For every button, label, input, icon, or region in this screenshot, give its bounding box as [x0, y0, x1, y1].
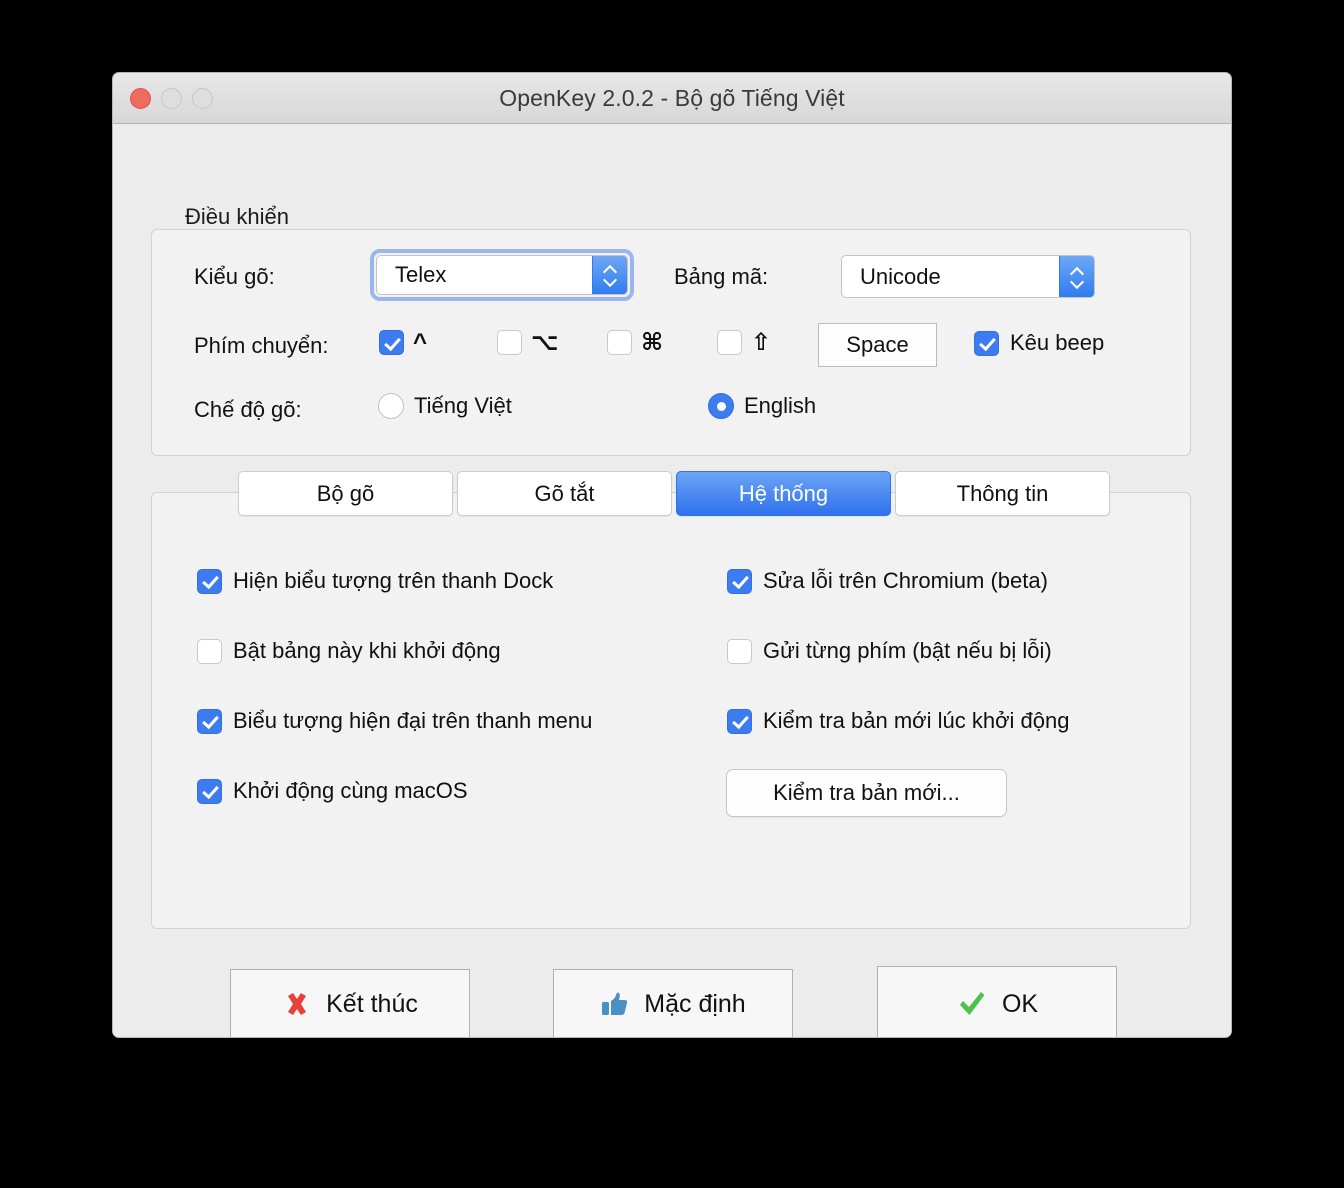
- charset-combobox[interactable]: Unicode: [841, 255, 1095, 298]
- red-x-icon: [282, 989, 312, 1019]
- modifier-shift[interactable]: ⇧: [717, 330, 771, 355]
- modifier-control-checkbox[interactable]: [379, 330, 404, 355]
- tab-thong-tin[interactable]: Thông tin: [895, 471, 1110, 516]
- control-key-icon: ^: [413, 328, 428, 356]
- beep-label: Kêu beep: [1010, 330, 1105, 355]
- command-key-icon: ⌘: [641, 328, 664, 356]
- tab-go-tat[interactable]: Gõ tắt: [457, 471, 672, 516]
- tab-he-thong[interactable]: Hệ thống: [676, 471, 891, 516]
- option-modern-menubar-icon-checkbox[interactable]: [197, 708, 222, 734]
- charset-label: Bảng mã:: [674, 264, 769, 289]
- option-launch-at-login[interactable]: Khởi động cùng macOS: [197, 778, 468, 804]
- charset-stepper[interactable]: [1059, 256, 1094, 297]
- quit-button[interactable]: Kết thúc: [230, 969, 470, 1037]
- tab-bar: Bộ gõ Gõ tắt Hệ thống Thông tin: [238, 471, 1114, 516]
- chevron-down-icon: [1070, 278, 1084, 286]
- screen: OpenKey 2.0.2 - Bộ gõ Tiếng Việt Điều kh…: [0, 0, 1344, 1188]
- option-show-dock-icon-label: Hiện biểu tượng trên thanh Dock: [233, 568, 554, 593]
- typing-mode-vietnamese-label: Tiếng Việt: [414, 393, 512, 418]
- typing-mode-vietnamese[interactable]: Tiếng Việt: [378, 393, 512, 419]
- space-key-button[interactable]: Space: [818, 323, 937, 367]
- input-method-label: Kiểu gõ:: [194, 264, 275, 289]
- charset-value: Unicode: [860, 263, 941, 289]
- shift-key-icon: ⇧: [751, 328, 772, 356]
- charset-combobox-field[interactable]: Unicode: [841, 255, 1095, 298]
- check-update-button[interactable]: Kiểm tra bản mới...: [726, 769, 1007, 817]
- option-show-panel-on-start-checkbox[interactable]: [197, 638, 222, 664]
- window-title: OpenKey 2.0.2 - Bộ gõ Tiếng Việt: [499, 85, 845, 111]
- option-check-update-on-start[interactable]: Kiểm tra bản mới lúc khởi động: [727, 708, 1069, 734]
- beep-checkbox[interactable]: [974, 330, 999, 356]
- option-fix-chromium-checkbox[interactable]: [727, 568, 752, 594]
- typing-mode-english-radio[interactable]: [708, 393, 734, 419]
- input-method-stepper[interactable]: [592, 256, 627, 294]
- modifier-control[interactable]: ^: [379, 330, 427, 355]
- tab-bo-go[interactable]: Bộ gõ: [238, 471, 453, 516]
- input-method-combobox[interactable]: Telex: [370, 249, 634, 301]
- quit-button-label: Kết thúc: [326, 989, 418, 1018]
- control-panel: Kiểu gõ: Telex Bảng mã: Unicode Phím chu…: [151, 229, 1191, 456]
- chevron-down-icon: [603, 276, 617, 284]
- thumbs-up-icon: [600, 989, 630, 1019]
- ok-button[interactable]: OK: [877, 966, 1117, 1037]
- modifier-option-checkbox[interactable]: [497, 330, 522, 355]
- typing-mode-label: Chế độ gõ:: [194, 397, 302, 422]
- typing-mode-vietnamese-radio[interactable]: [378, 393, 404, 419]
- option-modern-menubar-icon-label: Biểu tượng hiện đại trên thanh menu: [233, 708, 593, 733]
- option-show-panel-on-start[interactable]: Bật bảng này khi khởi động: [197, 638, 501, 664]
- typing-mode-english-label: English: [744, 393, 817, 418]
- default-button-label: Mặc định: [644, 989, 746, 1018]
- option-send-key-step-by-step-checkbox[interactable]: [727, 638, 752, 664]
- window-body: Điều khiển Kiểu gõ: Telex Bảng mã: Unico…: [113, 124, 1231, 1037]
- modifier-shift-checkbox[interactable]: [717, 330, 742, 355]
- option-key-icon: ⌥: [531, 328, 559, 356]
- modifier-command[interactable]: ⌘: [607, 330, 663, 355]
- ok-button-label: OK: [1001, 989, 1039, 1018]
- default-button[interactable]: Mặc định: [553, 969, 793, 1037]
- beep-option[interactable]: Kêu beep: [974, 330, 1104, 356]
- option-send-key-step-by-step[interactable]: Gửi từng phím (bật nếu bị lỗi): [727, 638, 1052, 664]
- option-check-update-on-start-label: Kiểm tra bản mới lúc khởi động: [763, 708, 1070, 733]
- option-fix-chromium[interactable]: Sửa lỗi trên Chromium (beta): [727, 568, 1048, 594]
- switch-key-label: Phím chuyển:: [194, 333, 329, 358]
- option-launch-at-login-label: Khởi động cùng macOS: [233, 778, 468, 803]
- input-method-combobox-field[interactable]: Telex: [376, 255, 628, 295]
- option-modern-menubar-icon[interactable]: Biểu tượng hiện đại trên thanh menu: [197, 708, 592, 734]
- option-fix-chromium-label: Sửa lỗi trên Chromium (beta): [763, 568, 1048, 593]
- option-show-dock-icon[interactable]: Hiện biểu tượng trên thanh Dock: [197, 568, 553, 594]
- modifier-command-checkbox[interactable]: [607, 330, 632, 355]
- control-group-legend: Điều khiển: [185, 204, 289, 229]
- option-launch-at-login-checkbox[interactable]: [197, 778, 222, 804]
- typing-mode-english[interactable]: English: [708, 393, 816, 419]
- openkey-window: OpenKey 2.0.2 - Bộ gõ Tiếng Việt Điều kh…: [112, 72, 1232, 1038]
- modifier-option[interactable]: ⌥: [497, 330, 559, 355]
- option-check-update-on-start-checkbox[interactable]: [727, 708, 752, 734]
- option-show-panel-on-start-label: Bật bảng này khi khởi động: [233, 638, 501, 663]
- option-send-key-step-by-step-label: Gửi từng phím (bật nếu bị lỗi): [763, 638, 1052, 663]
- input-method-value: Telex: [395, 262, 447, 287]
- system-tab-panel: Hiện biểu tượng trên thanh Dock Bật bảng…: [151, 492, 1191, 929]
- green-check-icon: [956, 988, 988, 1020]
- option-show-dock-icon-checkbox[interactable]: [197, 568, 222, 594]
- window-titlebar: OpenKey 2.0.2 - Bộ gõ Tiếng Việt: [113, 73, 1231, 124]
